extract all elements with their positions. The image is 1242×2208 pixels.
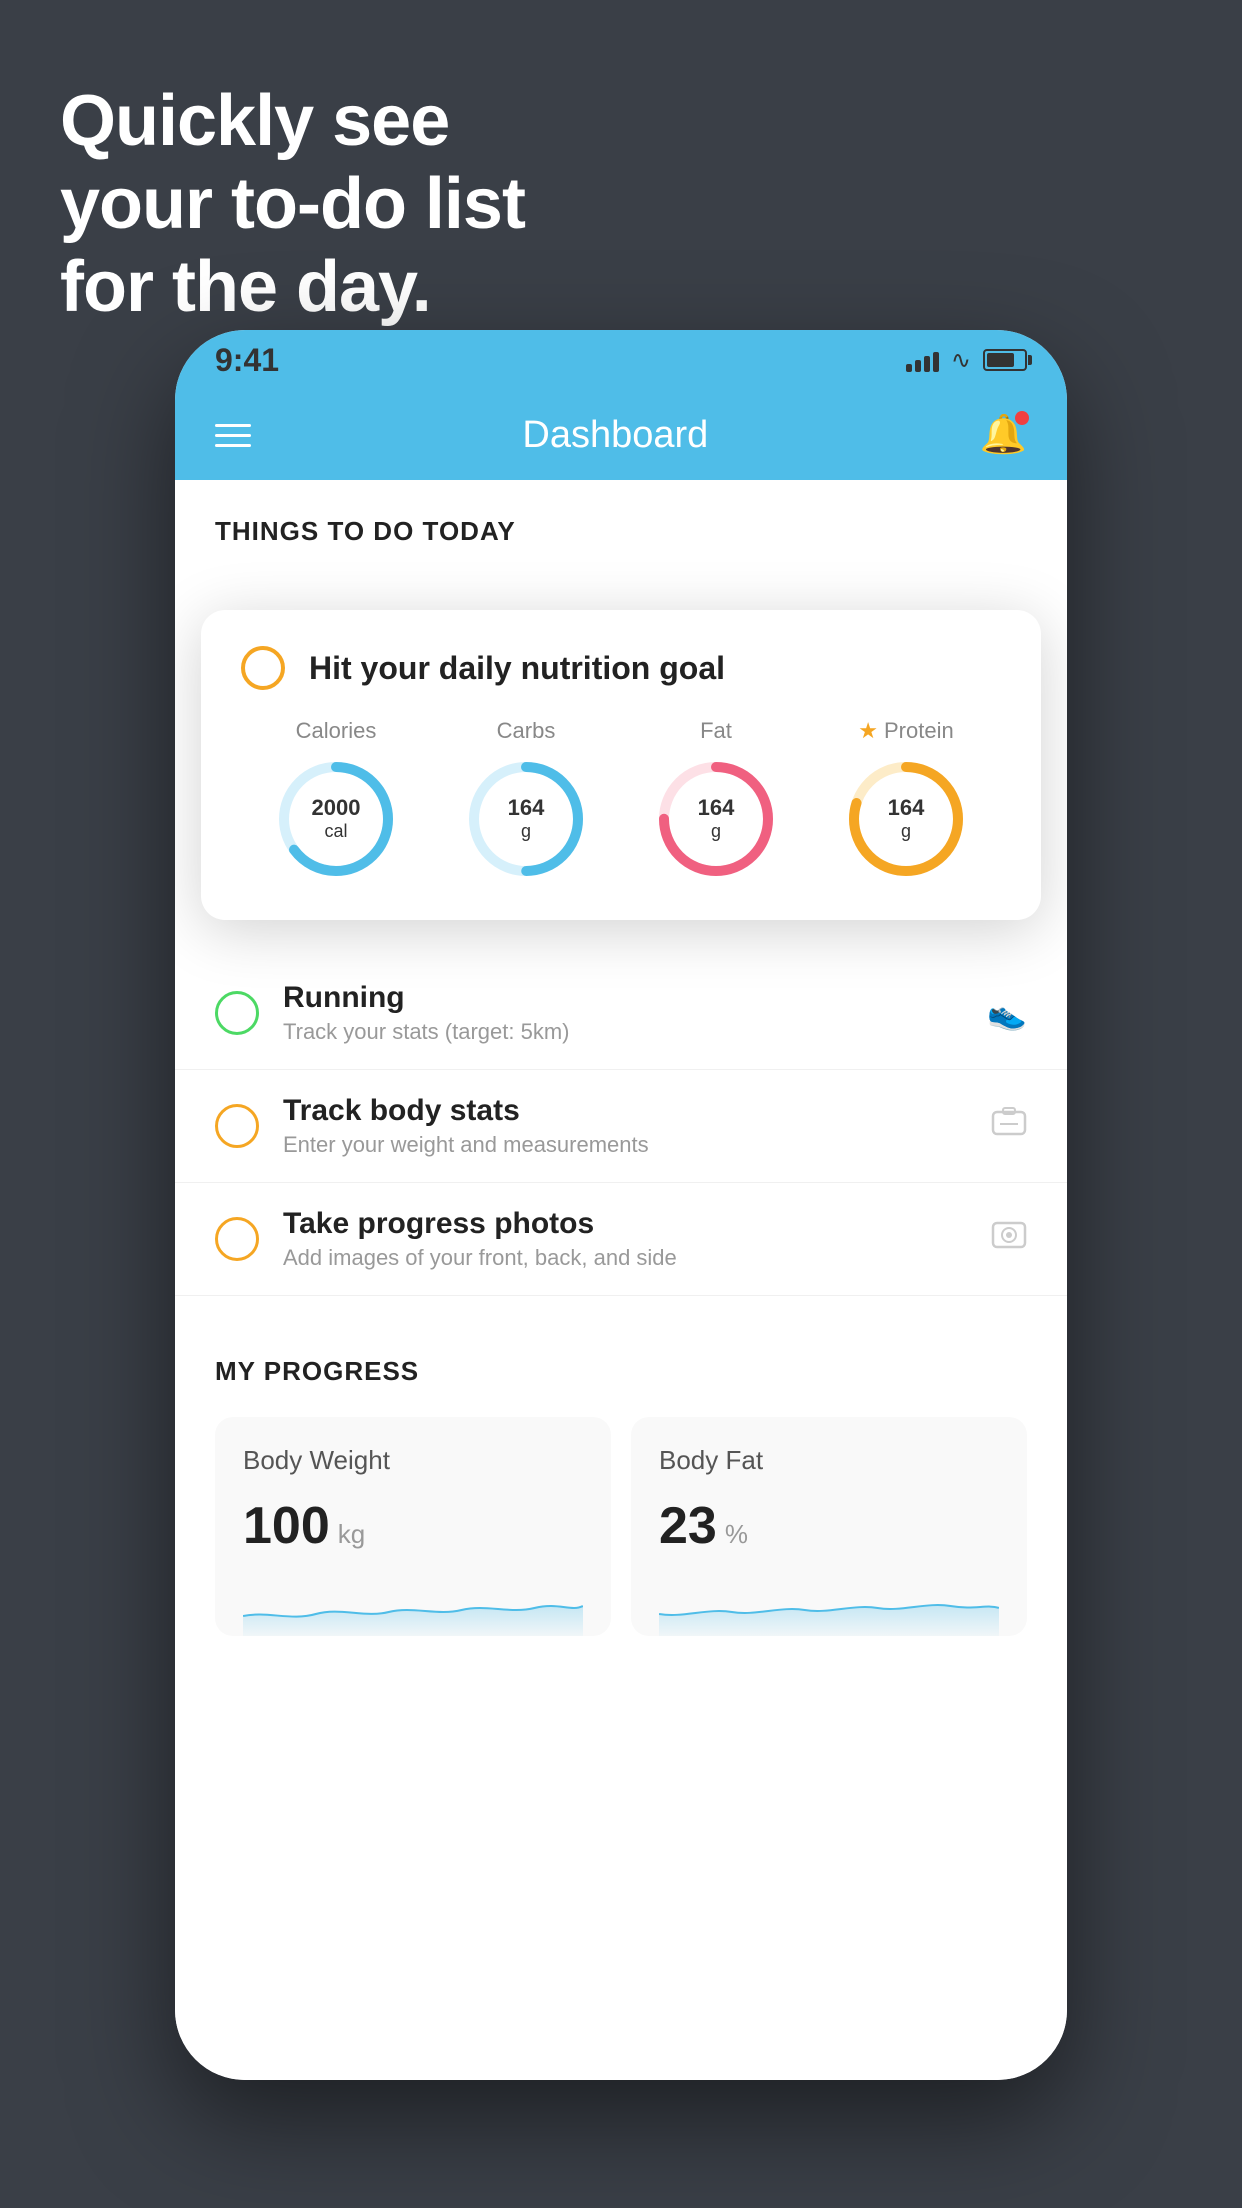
todo-title-running: Running [283, 981, 963, 1015]
fat-value: 164 [698, 795, 735, 821]
body-fat-card: Body Fat 23 % [631, 1417, 1027, 1636]
photo-icon [991, 1217, 1027, 1261]
nutrition-protein: ★ Protein 164 g [841, 718, 971, 884]
body-weight-title: Body Weight [243, 1445, 583, 1476]
body-fat-title: Body Fat [659, 1445, 999, 1476]
todo-checkbox-running[interactable] [215, 991, 259, 1035]
hamburger-menu[interactable] [215, 424, 251, 447]
todo-subtitle-running: Track your stats (target: 5km) [283, 1019, 963, 1045]
todo-title-body-stats: Track body stats [283, 1094, 967, 1128]
body-weight-card: Body Weight 100 kg [215, 1417, 611, 1636]
hero-text: Quickly see your to-do list for the day. [60, 80, 525, 328]
protein-donut: 164 g [841, 754, 971, 884]
notification-dot [1015, 411, 1029, 425]
body-weight-unit: kg [338, 1519, 365, 1550]
nutrition-circles: Calories 2000 cal Carbs [241, 718, 1001, 884]
todo-text-body-stats: Track body stats Enter your weight and m… [283, 1094, 967, 1158]
calories-value: 2000 [312, 795, 361, 821]
content-area: THINGS TO DO TODAY Hit your daily nutrit… [175, 480, 1067, 2080]
calories-unit: cal [312, 821, 361, 843]
wifi-icon: ∿ [951, 346, 971, 375]
nutrition-carbs: Carbs 164 g [461, 718, 591, 884]
calories-label: Calories [296, 718, 377, 744]
fat-unit: g [698, 821, 735, 843]
todo-item-running[interactable]: Running Track your stats (target: 5km) 👟 [175, 957, 1067, 1070]
nutrition-card: Hit your daily nutrition goal Calories 2… [201, 610, 1041, 920]
carbs-unit: g [508, 821, 545, 843]
progress-section-header: MY PROGRESS [215, 1356, 1027, 1387]
scale-icon [991, 1104, 1027, 1148]
status-bar: 9:41 ∿ [175, 330, 1067, 390]
signal-icon [906, 348, 939, 372]
carbs-donut: 164 g [461, 754, 591, 884]
fat-donut: 164 g [651, 754, 781, 884]
todo-subtitle-body-stats: Enter your weight and measurements [283, 1132, 967, 1158]
body-fat-chart [659, 1576, 999, 1636]
nav-bar: Dashboard 🔔 [175, 390, 1067, 480]
protein-value: 164 [888, 795, 925, 821]
notification-bell[interactable]: 🔔 [980, 413, 1027, 457]
nutrition-card-title: Hit your daily nutrition goal [309, 650, 725, 687]
todo-checkbox-body-stats[interactable] [215, 1104, 259, 1148]
progress-section: MY PROGRESS Body Weight 100 kg [175, 1316, 1067, 1676]
todo-title-progress-photos: Take progress photos [283, 1207, 967, 1241]
fat-label: Fat [700, 718, 732, 744]
body-weight-chart [243, 1576, 583, 1636]
todo-text-running: Running Track your stats (target: 5km) [283, 981, 963, 1045]
progress-cards: Body Weight 100 kg [215, 1417, 1027, 1636]
protein-unit: g [888, 821, 925, 843]
nutrition-calories: Calories 2000 cal [271, 718, 401, 884]
body-fat-unit: % [725, 1519, 748, 1550]
status-icons: ∿ [906, 346, 1027, 375]
calories-donut: 2000 cal [271, 754, 401, 884]
protein-label: Protein [884, 718, 954, 744]
protein-star-icon: ★ [858, 718, 878, 744]
battery-icon [983, 349, 1027, 371]
todo-checkbox-progress-photos[interactable] [215, 1217, 259, 1261]
todo-list: Running Track your stats (target: 5km) 👟… [175, 957, 1067, 1296]
today-section-header: THINGS TO DO TODAY [175, 480, 1067, 567]
todo-item-progress-photos[interactable]: Take progress photos Add images of your … [175, 1183, 1067, 1296]
todo-subtitle-progress-photos: Add images of your front, back, and side [283, 1245, 967, 1271]
carbs-label: Carbs [497, 718, 556, 744]
body-weight-value: 100 [243, 1496, 330, 1556]
running-icon: 👟 [987, 994, 1027, 1032]
body-fat-value: 23 [659, 1496, 717, 1556]
todo-item-body-stats[interactable]: Track body stats Enter your weight and m… [175, 1070, 1067, 1183]
phone-frame: 9:41 ∿ Dashboard 🔔 THI [175, 330, 1067, 2080]
status-time: 9:41 [215, 342, 279, 379]
nutrition-checkbox[interactable] [241, 646, 285, 690]
carbs-value: 164 [508, 795, 545, 821]
nutrition-fat: Fat 164 g [651, 718, 781, 884]
todo-text-progress-photos: Take progress photos Add images of your … [283, 1207, 967, 1271]
nav-title: Dashboard [522, 414, 708, 457]
